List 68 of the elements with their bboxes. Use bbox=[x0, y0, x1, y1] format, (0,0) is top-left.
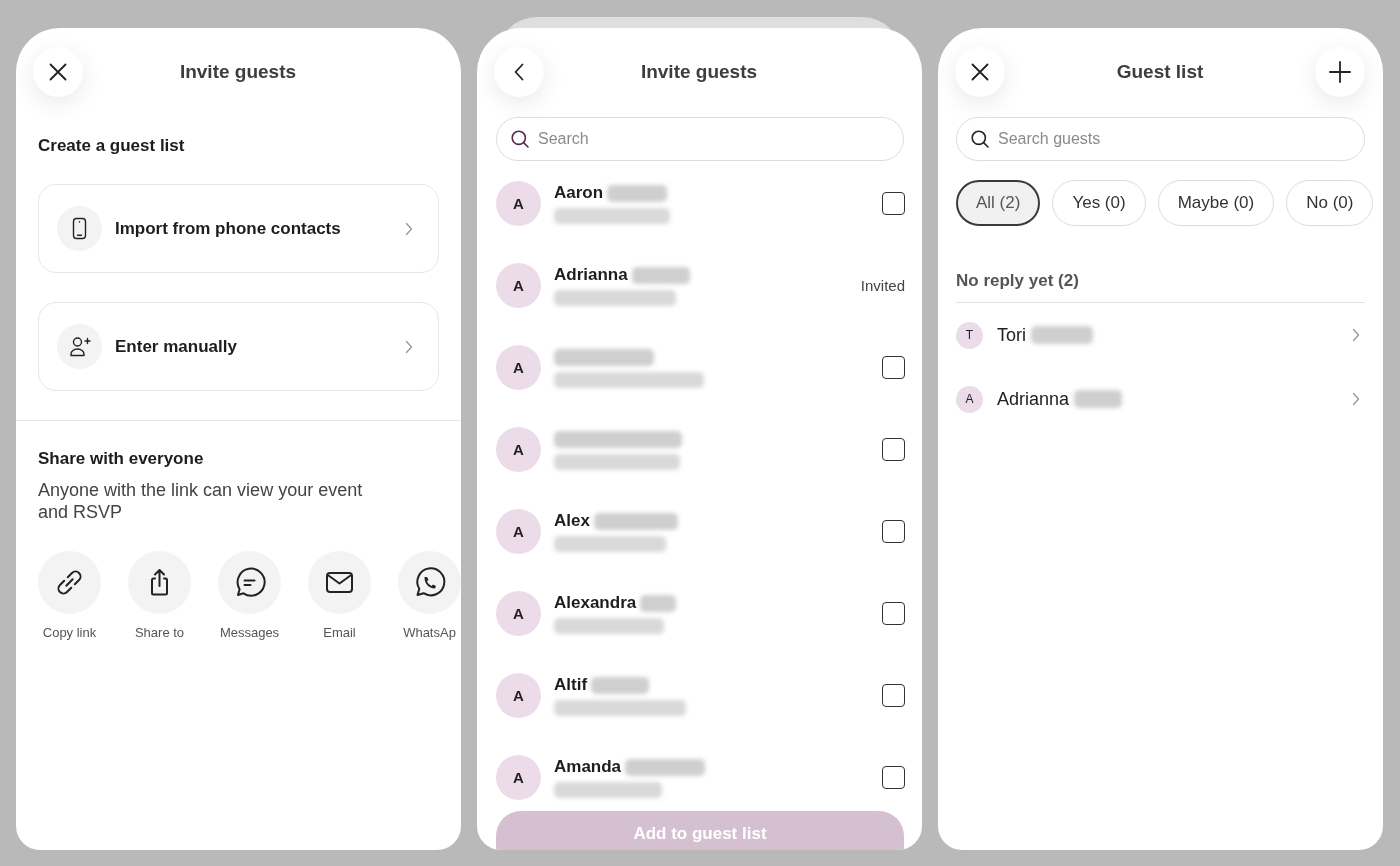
avatar: A bbox=[496, 754, 541, 800]
avatar: A bbox=[496, 344, 541, 390]
person-add-icon bbox=[57, 324, 102, 369]
guest-name: Adrianna bbox=[997, 388, 1070, 410]
link-icon bbox=[38, 551, 101, 614]
close-icon bbox=[49, 63, 67, 81]
search-icon bbox=[971, 130, 989, 148]
group-heading: No reply yet (2) bbox=[956, 270, 1080, 292]
blurred-text bbox=[591, 676, 650, 694]
chevron-left-icon bbox=[514, 63, 524, 81]
avatar: A bbox=[496, 426, 541, 472]
share-option[interactable]: Messages bbox=[218, 551, 281, 641]
chevron-right-icon bbox=[1352, 328, 1360, 342]
screen-title: Invite guests bbox=[639, 61, 759, 83]
status-label: Invited bbox=[860, 276, 905, 294]
checkbox[interactable] bbox=[882, 765, 905, 789]
checkbox[interactable] bbox=[882, 519, 905, 543]
share-option[interactable]: Share to bbox=[128, 551, 191, 641]
search-icon bbox=[511, 130, 529, 148]
avatar: A bbox=[496, 508, 541, 554]
share-icon bbox=[128, 551, 191, 614]
filter-chip[interactable]: All (2) bbox=[956, 180, 1041, 226]
option-card[interactable]: Enter manually bbox=[38, 302, 439, 391]
avatar: A bbox=[496, 672, 541, 718]
chevron-right-icon bbox=[405, 221, 413, 236]
search-field[interactable]: Search guests bbox=[956, 117, 1365, 161]
contact-name: Alex bbox=[554, 511, 590, 531]
chevron-right-icon bbox=[1352, 392, 1360, 406]
speech-bubble-icon bbox=[218, 551, 281, 614]
filter-chip[interactable]: Maybe (0) bbox=[1157, 180, 1275, 226]
contact-name: Altif bbox=[554, 675, 588, 695]
contact-name: Amanda bbox=[554, 757, 622, 777]
close-icon bbox=[971, 63, 989, 81]
avatar: A bbox=[496, 262, 541, 308]
checkbox[interactable] bbox=[882, 437, 905, 461]
checkbox[interactable] bbox=[882, 601, 905, 625]
avatar: A bbox=[956, 385, 983, 413]
plus-icon bbox=[1329, 61, 1351, 83]
blurred-text bbox=[631, 266, 690, 284]
share-option[interactable]: Copy link bbox=[38, 551, 101, 641]
phone-icon bbox=[57, 206, 102, 251]
share-option[interactable]: Email bbox=[308, 551, 371, 641]
checkbox[interactable] bbox=[882, 191, 905, 215]
guest-name: Tori bbox=[997, 324, 1026, 346]
filter-chip[interactable]: No (0) bbox=[1286, 180, 1374, 226]
contact-name: Aaron bbox=[554, 183, 604, 203]
avatar: T bbox=[956, 321, 983, 349]
blurred-text bbox=[1074, 390, 1123, 408]
blurred-text bbox=[640, 594, 677, 612]
option-card[interactable]: Import from phone contacts bbox=[38, 184, 439, 273]
blurred-text bbox=[1031, 326, 1093, 344]
section-heading: Create a guest list bbox=[38, 135, 186, 157]
filter-chip[interactable]: Yes (0) bbox=[1052, 180, 1146, 226]
avatar: A bbox=[496, 590, 541, 636]
checkbox[interactable] bbox=[882, 355, 905, 379]
section-heading: Share with everyone bbox=[38, 448, 205, 470]
avatar: A bbox=[496, 180, 541, 226]
envelope-icon bbox=[308, 551, 371, 614]
search-field[interactable]: Search bbox=[496, 117, 904, 161]
checkbox[interactable] bbox=[882, 683, 905, 707]
chevron-right-icon bbox=[405, 339, 413, 354]
section-description: Anyone with the link can view your event and RSVP bbox=[38, 479, 364, 523]
screen-title: Invite guests bbox=[178, 61, 298, 83]
screen-title: Guest list bbox=[1115, 61, 1205, 83]
contact-name: Alexandra bbox=[554, 593, 637, 613]
blurred-text bbox=[607, 184, 668, 202]
share-option[interactable]: WhatsAp bbox=[398, 551, 461, 641]
contact-name: Adrianna bbox=[554, 265, 628, 285]
